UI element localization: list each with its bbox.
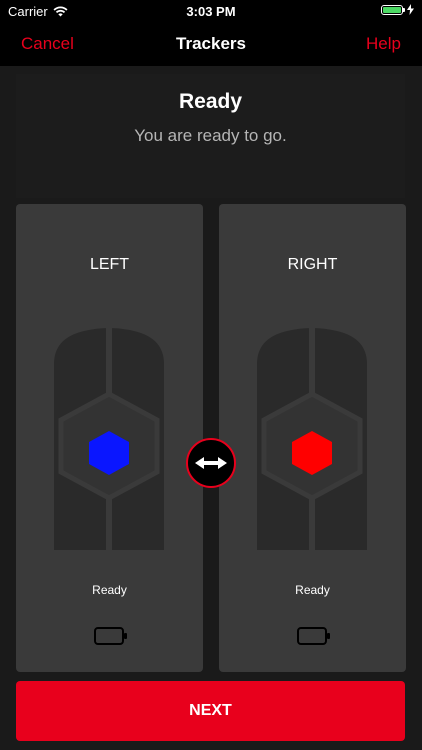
tracker-status-left: Ready bbox=[92, 583, 127, 597]
tracker-card-left[interactable]: LEFT Ready bbox=[16, 204, 203, 672]
help-button[interactable]: Help bbox=[366, 34, 401, 54]
ready-subtitle: You are ready to go. bbox=[134, 126, 287, 145]
tracker-card-right[interactable]: RIGHT Ready bbox=[219, 204, 406, 672]
status-bar: Carrier 3:03 PM bbox=[0, 0, 422, 22]
tracker-label-left: LEFT bbox=[89, 256, 130, 273]
battery-icon-right bbox=[297, 627, 330, 645]
ready-title: Ready bbox=[178, 90, 243, 113]
charging-bolt-icon bbox=[407, 4, 414, 15]
swap-arrows-icon bbox=[195, 457, 227, 469]
status-time: 3:03 PM bbox=[186, 4, 236, 19]
tracker-device-icon-right bbox=[257, 326, 367, 550]
status-right bbox=[381, 4, 414, 15]
tracker-device-icon-left bbox=[54, 326, 164, 550]
nav-bar: Cancel Trackers Help bbox=[0, 22, 422, 66]
swap-trackers-button[interactable] bbox=[186, 438, 236, 488]
next-button[interactable]: NEXT bbox=[16, 681, 405, 741]
battery-icon-left bbox=[94, 627, 127, 645]
tracker-status-right: Ready bbox=[295, 583, 330, 597]
battery-status-icon bbox=[381, 4, 405, 15]
tracker-label-right: RIGHT bbox=[287, 256, 338, 273]
nav-title: Trackers bbox=[176, 34, 246, 53]
ready-header: Ready You are ready to go. bbox=[16, 74, 405, 198]
